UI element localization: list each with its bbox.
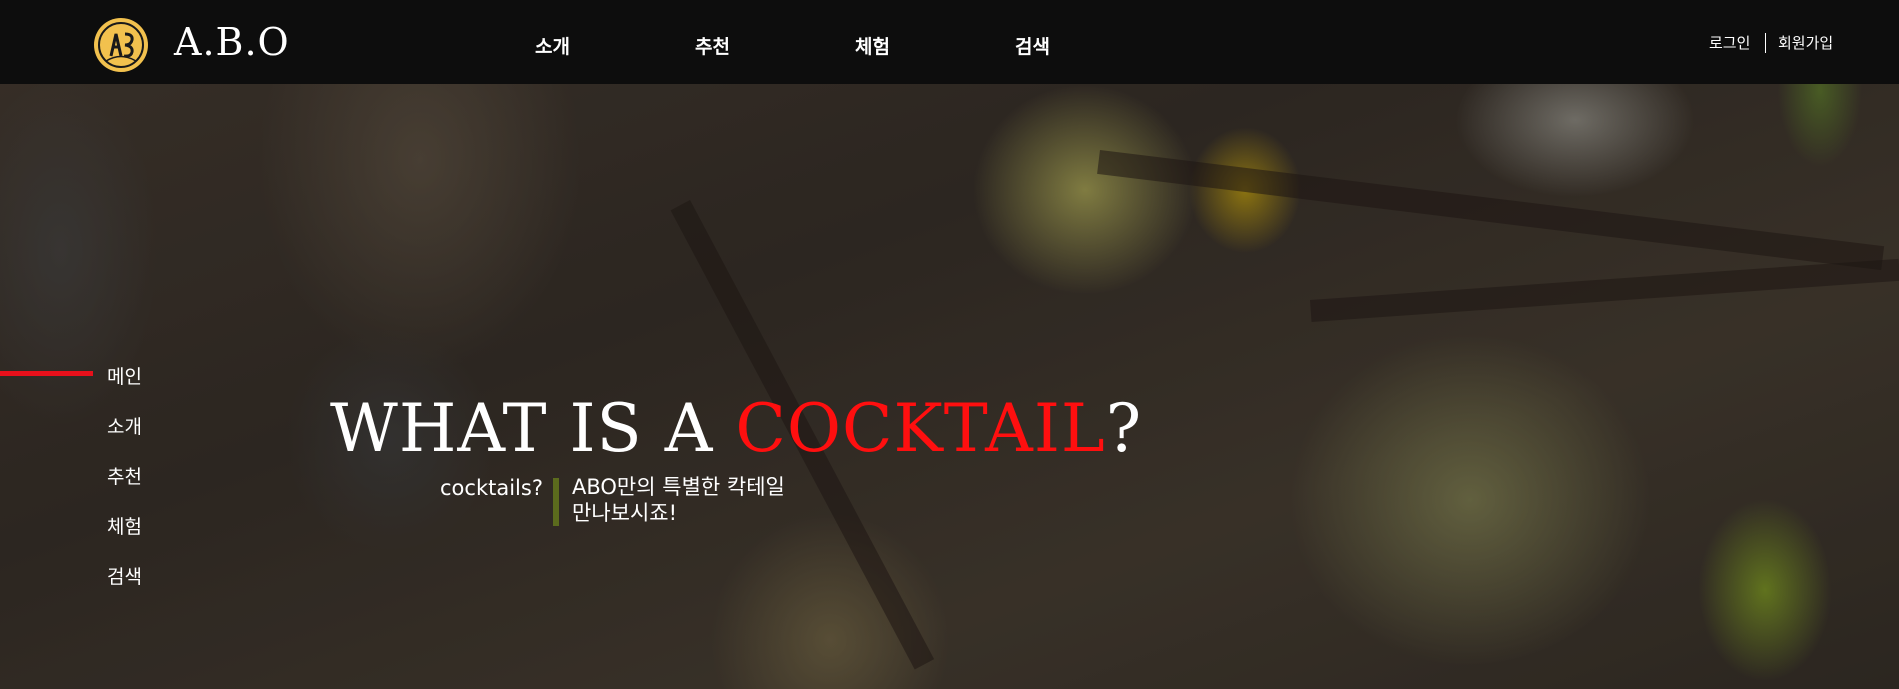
hero-background-image xyxy=(0,0,1899,689)
nav-search[interactable]: 검색 xyxy=(1015,32,1050,59)
active-indicator-line xyxy=(0,371,93,376)
auth-divider xyxy=(1765,33,1766,53)
side-nav-recommend[interactable]: 추천 xyxy=(107,462,142,489)
headline-accent: COCKTAIL xyxy=(735,390,1106,467)
brand-name[interactable]: A.B.O xyxy=(174,20,290,64)
nav-experience[interactable]: 체험 xyxy=(855,32,890,59)
side-nav-experience[interactable]: 체험 xyxy=(107,512,142,539)
headline-suffix: ? xyxy=(1105,390,1143,467)
hero-sub-left: cocktails? xyxy=(440,476,543,500)
side-nav-search[interactable]: 검색 xyxy=(107,562,142,589)
nav-recommend[interactable]: 추천 xyxy=(695,32,730,59)
hero-sub-right: ABO만의 특별한 칵테일 만나보시죠! xyxy=(572,474,785,526)
headline-prefix: WHAT IS A xyxy=(330,390,736,467)
hero-sub-line2: 만나보시죠! xyxy=(572,501,678,525)
side-nav-intro[interactable]: 소개 xyxy=(107,412,142,439)
login-link[interactable]: 로그인 xyxy=(1709,32,1750,53)
hero-headline: WHAT IS A COCKTAIL? xyxy=(330,390,1142,467)
signup-link[interactable]: 회원가입 xyxy=(1778,32,1833,53)
abo-cocktail-logo-icon[interactable] xyxy=(92,16,150,74)
hero-sub-line1: ABO만의 특별한 칵테일 xyxy=(572,475,785,499)
side-nav-main[interactable]: 메인 xyxy=(107,362,142,389)
hero-sub-divider xyxy=(553,478,559,526)
top-header: A.B.O 소개 추천 체험 검색 로그인 회원가입 xyxy=(0,0,1899,84)
nav-intro[interactable]: 소개 xyxy=(535,32,570,59)
